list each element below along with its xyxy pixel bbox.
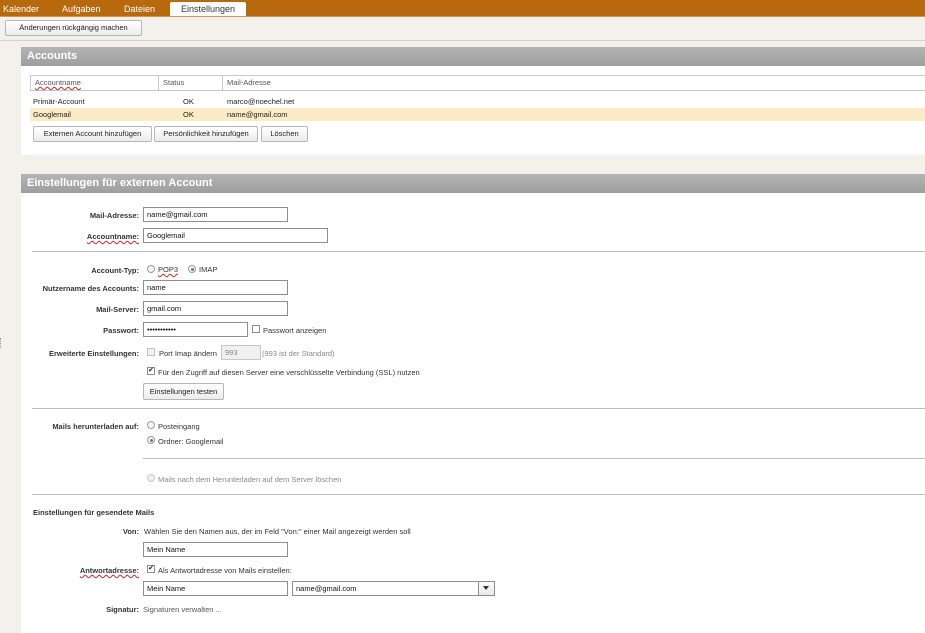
table-row[interactable]: Primär-Account OK marco@noechel.net (30, 95, 925, 108)
delete-on-server-label: Mails nach dem Herunterladen auf dem Ser… (158, 475, 342, 484)
tab-bar: Kalender Aufgaben Dateien Einstellungen (0, 0, 925, 17)
show-password-label: Passwort anzeigen (263, 326, 327, 335)
from-label: Von: (122, 527, 139, 536)
reply-address-check-label: Als Antwortadresse von Mails einstellen: (158, 566, 292, 575)
change-port-checkbox[interactable] (147, 348, 155, 356)
reply-name-input[interactable]: Mein Name (143, 581, 288, 596)
add-identity-button[interactable]: Persönlichkeit hinzufügen (154, 126, 258, 142)
divider (32, 251, 925, 252)
accounts-section: Accounts Accountname Status Mail-Adresse… (21, 47, 925, 155)
ssl-label: Für den Zugriff auf diesen Server eine v… (158, 368, 420, 377)
change-port-label: Port Imap ändern (159, 349, 217, 358)
username-input[interactable]: name (143, 280, 288, 295)
add-external-account-button[interactable]: Externen Account hinzufügen (33, 126, 152, 142)
account-email-cell: marco@noechel.net (227, 97, 295, 106)
divider (32, 408, 925, 409)
mail-address-label: Mail-Adresse: (89, 211, 139, 220)
accounts-title: Accounts (21, 47, 925, 66)
tab-aufgaben[interactable]: Aufgaben (60, 2, 103, 16)
port-hint: (993 ist der Standard) (262, 349, 335, 358)
account-name-input[interactable]: Googlemail (143, 228, 328, 243)
column-accountname[interactable]: Accountname (31, 76, 159, 90)
account-name-label: Accountname: (86, 232, 139, 241)
resize-grip[interactable] (0, 338, 3, 348)
accounts-table-header: Accountname Status Mail-Adresse (30, 75, 925, 91)
download-label: Mails herunterladen auf: (52, 422, 139, 431)
mail-address-input[interactable]: name@gmail.com (143, 207, 288, 222)
account-name-cell: Primär-Account (33, 97, 85, 106)
tab-kalender[interactable]: Kalender (1, 2, 41, 16)
table-row[interactable]: Googlemail OK name@gmail.com (30, 108, 925, 121)
tab-einstellungen[interactable]: Einstellungen (170, 2, 247, 17)
manage-signatures-link[interactable]: Signaturen verwalten ... (143, 605, 222, 614)
column-mail-adresse[interactable]: Mail-Adresse (223, 76, 925, 90)
folder-label: Ordner: Googlemail (158, 437, 224, 446)
account-type-label: Account-Typ: (91, 266, 139, 275)
undo-changes-button[interactable]: Änderungen rückgängig machen (5, 20, 142, 36)
delete-on-server-checkbox[interactable] (147, 474, 155, 482)
reply-address-label: Antwortadresse: (79, 566, 139, 575)
external-account-title: Einstellungen für externen Account (21, 174, 925, 193)
folder-radio[interactable] (147, 436, 155, 444)
divider (32, 494, 925, 495)
password-label: Passwort: (103, 326, 139, 335)
account-status-cell: OK (183, 110, 194, 119)
advanced-settings-label: Erweiterte Einstellungen: (48, 349, 139, 358)
sent-settings-title: Einstellungen für gesendete Mails (33, 508, 155, 517)
divider (143, 458, 925, 459)
reply-email-value: name@gmail.com (296, 584, 357, 593)
imap-radio[interactable] (188, 265, 196, 273)
username-label: Nutzername des Accounts: (42, 284, 139, 293)
delete-account-button[interactable]: Löschen (261, 126, 308, 142)
port-input[interactable]: 993 (221, 345, 261, 360)
pop3-label: POP3 (158, 265, 179, 274)
show-password-checkbox[interactable] (252, 325, 260, 333)
from-hint: Wählen Sie den Namen aus, der im Feld "V… (144, 527, 411, 536)
imap-label: IMAP (199, 265, 218, 274)
account-status-cell: OK (183, 97, 194, 106)
tab-dateien[interactable]: Dateien (122, 2, 157, 16)
reply-address-checkbox[interactable]: ✔ (147, 565, 155, 573)
test-settings-button[interactable]: Einstellungen testen (143, 383, 224, 400)
pop3-radio[interactable] (147, 265, 155, 273)
inbox-label: Posteingang (158, 422, 200, 431)
toolbar-divider (0, 40, 925, 41)
inbox-radio[interactable] (147, 421, 155, 429)
column-status[interactable]: Status (159, 76, 223, 90)
mail-server-input[interactable]: gmail.com (143, 301, 288, 316)
reply-email-select[interactable]: name@gmail.com (292, 581, 495, 596)
from-name-input[interactable]: Mein Name (143, 542, 288, 557)
signature-label: Signatur: (106, 605, 139, 614)
chevron-down-icon[interactable] (478, 582, 494, 595)
password-input[interactable]: ••••••••••• (143, 322, 248, 337)
ssl-checkbox[interactable]: ✔ (147, 367, 155, 375)
tab-divider (0, 16, 925, 17)
account-email-cell: name@gmail.com (227, 110, 288, 119)
account-name-cell: Googlemail (33, 110, 71, 119)
mail-server-label: Mail-Server: (96, 305, 139, 314)
